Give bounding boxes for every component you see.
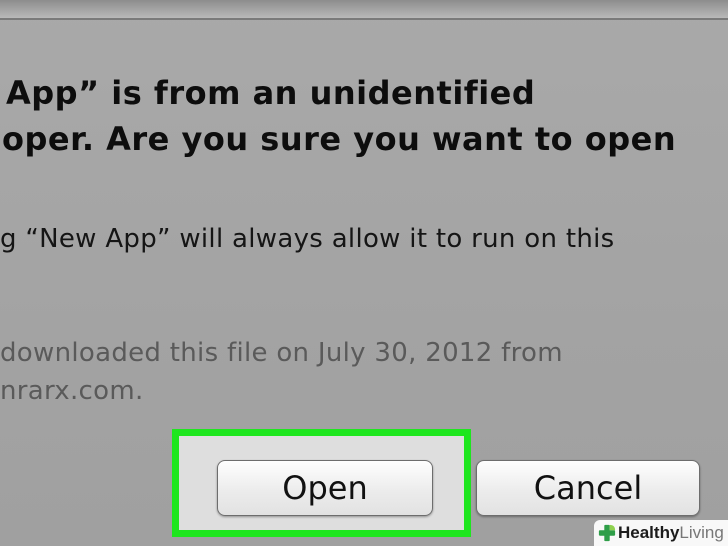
- alert-dialog: App” is from an unidentified oper. Are y…: [0, 0, 728, 546]
- dialog-info-text: downloaded this file on July 30, 2012 fr…: [0, 334, 563, 410]
- dialog-top-edge: [0, 0, 728, 20]
- dialog-title-line-2: oper. Are you sure you want to open: [2, 120, 677, 158]
- dialog-info-line-2: nrarx.com.: [0, 376, 144, 406]
- watermark-logo: Healthy Living: [594, 520, 728, 546]
- cancel-button[interactable]: Cancel: [476, 460, 700, 516]
- dialog-title: App” is from an unidentified oper. Are y…: [0, 70, 728, 162]
- dialog-info-line-1: downloaded this file on July 30, 2012 fr…: [0, 338, 563, 368]
- watermark-brand-bold: Healthy: [618, 523, 680, 542]
- dialog-title-line-1: App” is from an unidentified: [6, 74, 536, 112]
- watermark-brand-light: Living: [679, 523, 724, 542]
- open-button[interactable]: Open: [217, 460, 433, 516]
- leaf-cross-icon: [598, 524, 616, 542]
- dialog-body-text: g “New App” will always allow it to run …: [0, 224, 615, 254]
